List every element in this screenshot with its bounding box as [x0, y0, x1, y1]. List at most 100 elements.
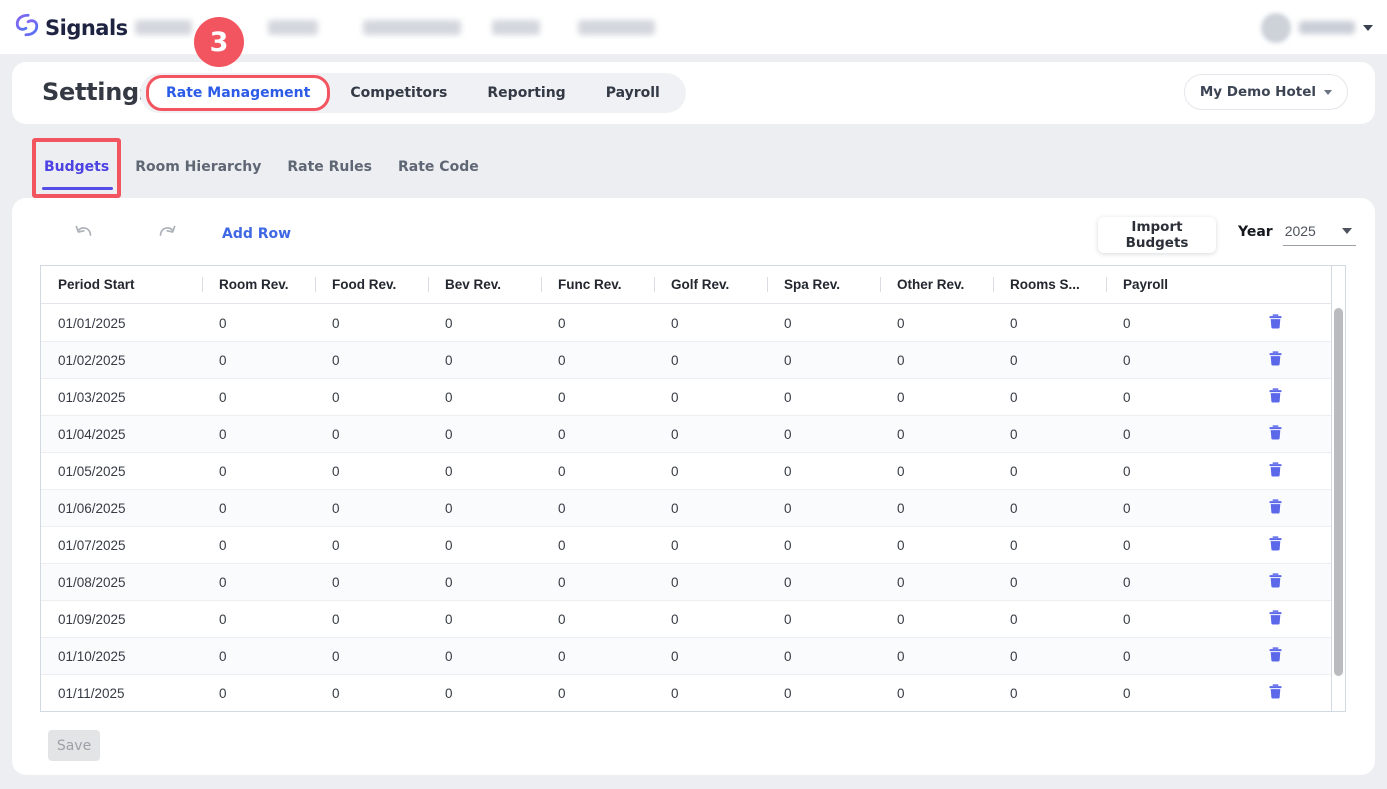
budget-value-cell[interactable]: 0 [315, 390, 428, 405]
budget-value-cell[interactable]: 0 [654, 390, 767, 405]
delete-row-button[interactable] [1263, 385, 1288, 409]
property-selector[interactable]: My Demo Hotel [1184, 74, 1348, 110]
budget-value-cell[interactable]: 0 [1106, 575, 1219, 590]
budget-value-cell[interactable]: 0 [428, 501, 541, 516]
budget-value-cell[interactable]: 0 [880, 686, 993, 701]
period-start-cell[interactable]: 01/02/2025 [41, 353, 202, 368]
undo-button[interactable] [75, 225, 93, 241]
period-start-cell[interactable]: 01/01/2025 [41, 316, 202, 331]
budget-value-cell[interactable]: 0 [993, 316, 1106, 331]
budget-value-cell[interactable]: 0 [1106, 612, 1219, 627]
budget-value-cell[interactable]: 0 [428, 390, 541, 405]
budget-value-cell[interactable]: 0 [202, 353, 315, 368]
budget-value-cell[interactable]: 0 [315, 686, 428, 701]
budget-value-cell[interactable]: 0 [993, 464, 1106, 479]
budget-value-cell[interactable]: 0 [767, 427, 880, 442]
budget-value-cell[interactable]: 0 [993, 649, 1106, 664]
budget-value-cell[interactable]: 0 [541, 575, 654, 590]
period-start-cell[interactable]: 01/03/2025 [41, 390, 202, 405]
budget-value-cell[interactable]: 0 [993, 427, 1106, 442]
delete-row-button[interactable] [1263, 459, 1288, 483]
budget-value-cell[interactable]: 0 [315, 464, 428, 479]
budget-value-cell[interactable]: 0 [1106, 464, 1219, 479]
budget-value-cell[interactable]: 0 [202, 316, 315, 331]
add-row-button[interactable]: Add Row [222, 226, 291, 242]
vertical-scrollbar[interactable] [1331, 266, 1345, 711]
budget-value-cell[interactable]: 0 [315, 575, 428, 590]
period-start-cell[interactable]: 01/09/2025 [41, 612, 202, 627]
budget-value-cell[interactable]: 0 [1106, 390, 1219, 405]
subtab-rate-code[interactable]: Rate Code [398, 159, 479, 175]
budget-value-cell[interactable]: 0 [202, 649, 315, 664]
tab-competitors[interactable]: Competitors [330, 75, 467, 111]
subtab-rate-rules[interactable]: Rate Rules [287, 159, 372, 175]
delete-row-button[interactable] [1263, 570, 1288, 594]
nav-item-redacted[interactable] [363, 20, 461, 35]
budget-value-cell[interactable]: 0 [541, 316, 654, 331]
delete-row-button[interactable] [1263, 422, 1288, 446]
tab-rate-management[interactable]: Rate Management [146, 75, 330, 111]
nav-item-redacted[interactable] [135, 20, 192, 35]
delete-row-button[interactable] [1263, 348, 1288, 372]
period-start-cell[interactable]: 01/07/2025 [41, 538, 202, 553]
budget-value-cell[interactable]: 0 [993, 612, 1106, 627]
budget-value-cell[interactable]: 0 [1106, 686, 1219, 701]
budget-value-cell[interactable]: 0 [654, 427, 767, 442]
budget-value-cell[interactable]: 0 [1106, 501, 1219, 516]
brand-logo[interactable]: Signals [14, 12, 128, 43]
budget-value-cell[interactable]: 0 [315, 649, 428, 664]
budget-value-cell[interactable]: 0 [654, 353, 767, 368]
delete-row-button[interactable] [1263, 496, 1288, 520]
budget-value-cell[interactable]: 0 [880, 501, 993, 516]
save-button[interactable]: Save [48, 730, 100, 761]
budget-value-cell[interactable]: 0 [315, 612, 428, 627]
period-start-cell[interactable]: 01/10/2025 [41, 649, 202, 664]
budget-value-cell[interactable]: 0 [1106, 427, 1219, 442]
budget-value-cell[interactable]: 0 [428, 353, 541, 368]
year-select[interactable]: 2025 [1283, 223, 1356, 246]
budget-value-cell[interactable]: 0 [767, 686, 880, 701]
budget-value-cell[interactable]: 0 [880, 316, 993, 331]
budget-value-cell[interactable]: 0 [880, 427, 993, 442]
budget-value-cell[interactable]: 0 [880, 390, 993, 405]
period-start-cell[interactable]: 01/04/2025 [41, 427, 202, 442]
budget-value-cell[interactable]: 0 [654, 612, 767, 627]
budget-value-cell[interactable]: 0 [428, 427, 541, 442]
budget-value-cell[interactable]: 0 [880, 538, 993, 553]
budget-value-cell[interactable]: 0 [880, 575, 993, 590]
budget-value-cell[interactable]: 0 [993, 501, 1106, 516]
budget-value-cell[interactable]: 0 [1106, 649, 1219, 664]
budget-value-cell[interactable]: 0 [315, 316, 428, 331]
budget-value-cell[interactable]: 0 [993, 575, 1106, 590]
user-menu[interactable] [1261, 0, 1373, 55]
budget-value-cell[interactable]: 0 [767, 612, 880, 627]
import-budgets-button[interactable]: Import Budgets [1098, 217, 1216, 253]
budget-value-cell[interactable]: 0 [654, 464, 767, 479]
budget-value-cell[interactable]: 0 [993, 390, 1106, 405]
redo-button[interactable] [158, 225, 176, 241]
budget-value-cell[interactable]: 0 [315, 501, 428, 516]
budget-value-cell[interactable]: 0 [541, 612, 654, 627]
nav-item-redacted[interactable] [492, 20, 540, 35]
budget-value-cell[interactable]: 0 [767, 649, 880, 664]
budget-value-cell[interactable]: 0 [654, 501, 767, 516]
budget-value-cell[interactable]: 0 [541, 649, 654, 664]
budget-value-cell[interactable]: 0 [767, 464, 880, 479]
budget-value-cell[interactable]: 0 [880, 612, 993, 627]
budget-value-cell[interactable]: 0 [993, 353, 1106, 368]
budget-value-cell[interactable]: 0 [993, 538, 1106, 553]
tab-reporting[interactable]: Reporting [467, 75, 585, 111]
budget-value-cell[interactable]: 0 [202, 464, 315, 479]
budget-value-cell[interactable]: 0 [654, 686, 767, 701]
period-start-cell[interactable]: 01/08/2025 [41, 575, 202, 590]
delete-row-button[interactable] [1263, 607, 1288, 631]
budget-value-cell[interactable]: 0 [1106, 538, 1219, 553]
budget-value-cell[interactable]: 0 [541, 501, 654, 516]
subtab-budgets[interactable]: Budgets [44, 159, 109, 175]
delete-row-button[interactable] [1263, 311, 1288, 335]
subtab-room-hierarchy[interactable]: Room Hierarchy [135, 159, 261, 175]
budget-value-cell[interactable]: 0 [202, 427, 315, 442]
budget-value-cell[interactable]: 0 [428, 316, 541, 331]
budget-value-cell[interactable]: 0 [541, 390, 654, 405]
budget-value-cell[interactable]: 0 [767, 501, 880, 516]
